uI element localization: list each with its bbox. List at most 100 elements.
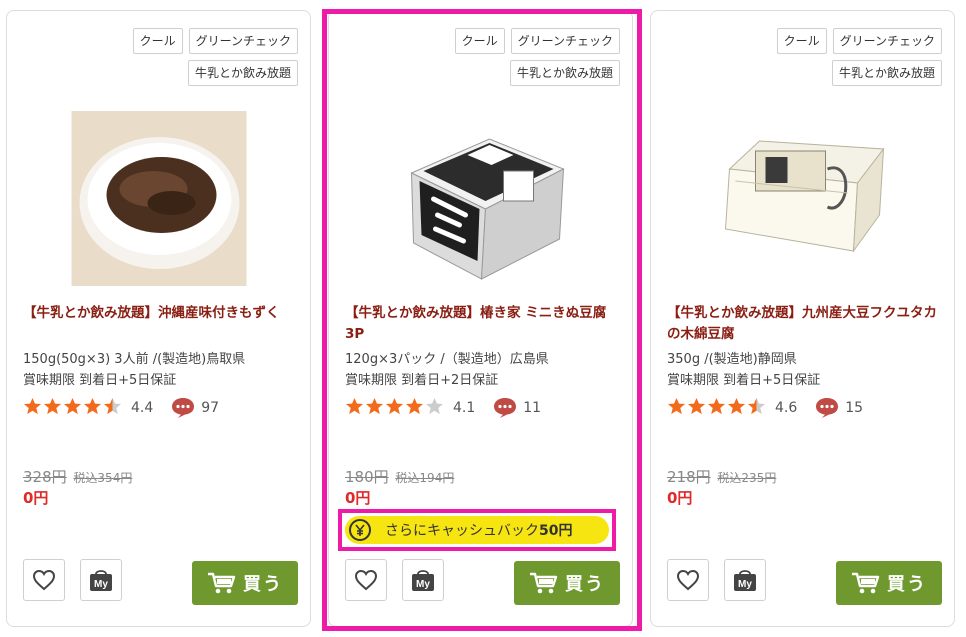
- favorite-button[interactable]: [23, 559, 65, 601]
- review-count[interactable]: 11: [523, 400, 541, 416]
- my-bag-icon: My: [734, 570, 756, 591]
- rating: 4.1 11: [345, 397, 541, 419]
- star-rating: [23, 397, 123, 420]
- star-rating: [345, 397, 445, 420]
- star-icon: [425, 397, 444, 414]
- my-bag-icon: My: [90, 570, 112, 591]
- price-current: 0円: [345, 489, 371, 507]
- star-rating: [667, 397, 767, 420]
- product-spec: 120g×3パック /（製造地）広島県 賞味期限 到着日+2日保証: [345, 349, 549, 391]
- card-actions: My 買う: [667, 559, 942, 605]
- price-incl-tax: 税込354円: [73, 471, 133, 485]
- my-list-button[interactable]: My: [402, 559, 444, 601]
- tag: グリーンチェック: [510, 28, 620, 54]
- favorite-button[interactable]: [345, 559, 387, 601]
- price-regular: 218円 税込235円: [667, 466, 776, 487]
- product-spec: 150g(50g×3) 3人前 /(製造地)鳥取県 賞味期限 到着日+5日保証: [23, 349, 245, 391]
- heart-icon: [354, 569, 378, 591]
- price-regular: 328円 税込354円: [23, 466, 132, 487]
- spec-expiry: 賞味期限 到着日+2日保証: [345, 373, 499, 388]
- tag: 牛乳とか飲み放題: [509, 60, 620, 86]
- my-bag-icon: My: [412, 570, 434, 591]
- price-current: 0円: [667, 489, 693, 507]
- comment-icon[interactable]: [493, 397, 517, 419]
- svg-text:My: My: [416, 579, 430, 590]
- star-icon: [63, 397, 82, 414]
- tag: クール: [454, 28, 505, 54]
- yen-coin-icon: [349, 519, 371, 541]
- star-icon: [345, 397, 364, 414]
- cart-icon: [208, 572, 236, 594]
- tag: 牛乳とか飲み放題: [831, 60, 942, 86]
- product-card[interactable]: クール グリーンチェック 牛乳とか飲み放題 【牛乳とか飲み放題】沖縄産味付きもず…: [6, 10, 311, 627]
- rating-value: 4.1: [453, 400, 476, 416]
- star-icon: [747, 397, 766, 414]
- tag-list: クール グリーンチェック 牛乳とか飲み放題: [98, 28, 298, 86]
- tag: グリーンチェック: [188, 28, 298, 54]
- price-regular: 180円 税込194円: [345, 466, 454, 487]
- product-card[interactable]: クール グリーンチェック 牛乳とか飲み放題 【牛乳とか飲み放題】九州産大豆フクユ…: [650, 10, 955, 627]
- my-list-button[interactable]: My: [724, 559, 766, 601]
- product-title[interactable]: 【牛乳とか飲み放題】椿き家 ミニきぬ豆腐 3P: [345, 303, 622, 345]
- buy-button[interactable]: 買う: [836, 561, 942, 605]
- buy-button[interactable]: 買う: [192, 561, 298, 605]
- tag: 牛乳とか飲み放題: [187, 60, 298, 86]
- tag-list: クール グリーンチェック 牛乳とか飲み放題: [420, 28, 620, 86]
- star-icon: [687, 397, 706, 414]
- star-icon: [385, 397, 404, 414]
- review-count[interactable]: 97: [201, 400, 219, 416]
- spec-expiry: 賞味期限 到着日+5日保証: [23, 373, 177, 388]
- price-ex-tax: 218円: [667, 468, 711, 486]
- product-image-momen-tofu[interactable]: [715, 111, 890, 286]
- buy-label: 買う: [565, 574, 605, 595]
- tag: クール: [132, 28, 183, 54]
- star-icon: [405, 397, 424, 414]
- my-list-button[interactable]: My: [80, 559, 122, 601]
- favorite-button[interactable]: [667, 559, 709, 601]
- card-actions: My 買う: [23, 559, 298, 605]
- cart-icon: [852, 572, 880, 594]
- star-icon: [667, 397, 686, 414]
- rating-value: 4.6: [775, 400, 798, 416]
- product-title[interactable]: 【牛乳とか飲み放題】沖縄産味付きもずく: [23, 303, 300, 324]
- cashback-prefix: さらにキャッシュバック: [385, 523, 539, 539]
- comment-icon[interactable]: [815, 397, 839, 419]
- cashback-text: さらにキャッシュバック50円: [385, 520, 572, 540]
- svg-text:My: My: [94, 579, 108, 590]
- tag: グリーンチェック: [832, 28, 942, 54]
- star-icon: [707, 397, 726, 414]
- product-card[interactable]: クール グリーンチェック 牛乳とか飲み放題 【牛乳とか飲み放題】椿き家 ミニきぬ…: [328, 10, 633, 627]
- rating: 4.6 15: [667, 397, 863, 419]
- price-current: 0円: [23, 489, 49, 507]
- comment-icon[interactable]: [171, 397, 195, 419]
- review-count[interactable]: 15: [845, 400, 863, 416]
- rating: 4.4 97: [23, 397, 219, 419]
- product-spec: 350g /(製造地)静岡県 賞味期限 到着日+5日保証: [667, 349, 820, 391]
- heart-icon: [676, 569, 700, 591]
- product-title[interactable]: 【牛乳とか飲み放題】九州産大豆フクユタカの木綿豆腐: [667, 303, 944, 345]
- price-incl-tax: 税込194円: [395, 471, 455, 485]
- spec-size: 350g /(製造地)静岡県: [667, 352, 797, 367]
- star-icon: [727, 397, 746, 414]
- star-icon: [83, 397, 102, 414]
- cashback-banner: さらにキャッシュバック50円: [338, 509, 616, 551]
- svg-text:My: My: [738, 579, 752, 590]
- cart-icon: [530, 572, 558, 594]
- rating-value: 4.4: [131, 400, 154, 416]
- cashback-amount: 50円: [539, 523, 573, 539]
- buy-button[interactable]: 買う: [514, 561, 620, 605]
- spec-size: 150g(50g×3) 3人前 /(製造地)鳥取県: [23, 352, 246, 367]
- cashback-pill: さらにキャッシュバック50円: [345, 516, 609, 544]
- buy-label: 買う: [887, 574, 927, 595]
- card-actions: My 買う: [345, 559, 620, 605]
- spec-size: 120g×3パック /（製造地）広島県: [345, 352, 549, 367]
- buy-label: 買う: [243, 574, 283, 595]
- star-icon: [365, 397, 384, 414]
- product-image-mozuku[interactable]: [71, 111, 246, 286]
- star-icon: [43, 397, 62, 414]
- spec-expiry: 賞味期限 到着日+5日保証: [667, 373, 821, 388]
- product-image-tofu-pack[interactable]: [393, 111, 568, 286]
- price-ex-tax: 180円: [345, 468, 389, 486]
- price-ex-tax: 328円: [23, 468, 67, 486]
- tag-list: クール グリーンチェック 牛乳とか飲み放題: [742, 28, 942, 86]
